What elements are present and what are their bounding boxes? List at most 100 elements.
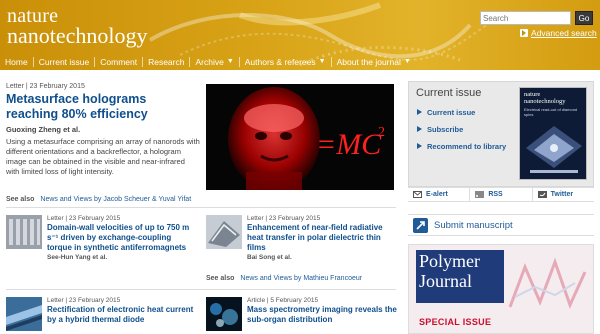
sidebar-link-label: Subscribe bbox=[427, 125, 464, 134]
logo-line-2: nanotechnology bbox=[7, 23, 148, 48]
article-meta: Letter | 23 February 2015 bbox=[247, 215, 321, 222]
submit-manuscript-label: Submit manuscript bbox=[434, 219, 513, 231]
advanced-search-label: Advanced search bbox=[531, 28, 597, 38]
arrow-icon bbox=[416, 220, 425, 230]
rss-link[interactable]: RSS bbox=[470, 188, 533, 201]
site-header: nature nanotechnology Go Advanced search… bbox=[0, 0, 600, 70]
cover-title-line-2: nanotechnology bbox=[524, 98, 566, 105]
article-meta: Article | 5 February 2015 bbox=[247, 297, 319, 304]
lead-article: Letter | 23 February 2015 Metasurface ho… bbox=[6, 83, 200, 177]
twitter-link[interactable]: Twitter bbox=[533, 188, 594, 201]
share-row: E-alert RSS Twitter bbox=[408, 187, 594, 202]
journal-cover[interactable]: nature nanotechnology Electrical read-out… bbox=[519, 87, 587, 180]
svg-text:=MC: =MC bbox=[316, 128, 382, 161]
arrow-icon bbox=[520, 29, 528, 37]
arrow-right-icon bbox=[416, 143, 423, 150]
see-also-link[interactable]: News and Views by Jacob Scheuer & Yuval … bbox=[40, 196, 191, 203]
nav-comment-label: Comment bbox=[100, 56, 138, 67]
ad-title-line-2: Journal bbox=[419, 271, 472, 291]
divider bbox=[6, 289, 396, 290]
nav-about-label: About the journal bbox=[336, 56, 401, 67]
cover-title: nature nanotechnology bbox=[524, 91, 566, 105]
nav-comment[interactable]: Comment bbox=[95, 56, 144, 67]
lead-meta: Letter | 23 February 2015 bbox=[6, 83, 85, 90]
submit-icon bbox=[413, 217, 428, 233]
article-title-link[interactable]: Mass spectrometry imaging reveals the su… bbox=[247, 305, 397, 325]
e-alert-link[interactable]: E-alert bbox=[408, 188, 471, 201]
nav-current-issue-label: Current issue bbox=[38, 56, 90, 67]
thermal-diode-thumb bbox=[6, 297, 42, 331]
rss-icon bbox=[475, 191, 485, 198]
arrow-right-icon bbox=[416, 109, 423, 116]
article-authors: Bai Song et al. bbox=[247, 254, 292, 261]
caret-down-icon: ▼ bbox=[403, 58, 411, 65]
twitter-label: Twitter bbox=[550, 191, 574, 198]
article-title-link[interactable]: Enhancement of near-field radiative heat… bbox=[247, 223, 397, 253]
arrow-right-icon bbox=[416, 126, 423, 133]
search-input[interactable] bbox=[480, 11, 571, 25]
article-card: Letter | 23 February 2015 Rectification … bbox=[6, 297, 196, 334]
main-nav: Home Current issue Comment Research Arch… bbox=[0, 53, 411, 70]
ad-special-issue: SPECIAL ISSUE bbox=[419, 317, 492, 327]
lead-authors: Guoxing Zheng et al. bbox=[6, 125, 81, 134]
nav-current-issue[interactable]: Current issue bbox=[34, 56, 96, 67]
nav-research-label: Research bbox=[148, 56, 185, 67]
article-thumbnail[interactable] bbox=[206, 297, 242, 331]
current-issue-heading: Current issue bbox=[416, 87, 482, 99]
article-card: Letter | 23 February 2015 Enhancement of… bbox=[206, 215, 396, 275]
nav-home[interactable]: Home bbox=[0, 56, 34, 67]
article-thumbnail[interactable] bbox=[6, 215, 42, 249]
einstein-illustration: =MC 2 bbox=[206, 84, 394, 190]
sidebar-link-current-issue[interactable]: Current issue bbox=[416, 108, 475, 117]
ad-logo-text: Polymer Journal bbox=[419, 251, 480, 291]
nav-archive[interactable]: Archive ▼ bbox=[190, 56, 240, 67]
article-card: Letter | 23 February 2015 Domain-wall ve… bbox=[6, 215, 196, 285]
mail-icon bbox=[413, 191, 422, 198]
journal-logo[interactable]: nature nanotechnology bbox=[7, 6, 148, 47]
e-alert-label: E-alert bbox=[426, 191, 448, 198]
svg-text:2: 2 bbox=[378, 125, 385, 140]
see-also-link[interactable]: News and Views by Mathieu Francoeur bbox=[240, 275, 362, 282]
article-thumbnail[interactable] bbox=[6, 297, 42, 331]
article-thumbnail[interactable] bbox=[206, 215, 242, 249]
article-authors: See-Hun Yang et al. bbox=[47, 254, 108, 261]
submit-manuscript-button[interactable]: Submit manuscript bbox=[408, 214, 594, 236]
domain-wall-thumb bbox=[6, 215, 42, 249]
cover-title-line-1: nature bbox=[524, 91, 541, 98]
lead-abstract: Using a metasurface comprising an array … bbox=[6, 137, 200, 176]
polymer-journal-ad[interactable]: Polymer Journal SPECIAL ISSUE bbox=[408, 244, 594, 334]
nav-about-journal[interactable]: About the journal ▼ bbox=[332, 57, 416, 67]
nav-authors-referees[interactable]: Authors & referees ▼ bbox=[240, 56, 332, 67]
article-card: Article | 5 February 2015 Mass spectrome… bbox=[206, 297, 397, 334]
article-meta: Letter | 23 February 2015 bbox=[47, 297, 121, 304]
article-title-link[interactable]: Domain-wall velocities of up to 750 m s⁻… bbox=[47, 223, 197, 253]
ad-title-line-1: Polymer bbox=[419, 251, 480, 271]
nav-archive-label: Archive bbox=[195, 56, 224, 67]
sidebar-link-label: Recommend to library bbox=[427, 142, 507, 151]
lead-image[interactable]: =MC 2 bbox=[206, 84, 394, 190]
sidebar-link-label: Current issue bbox=[427, 108, 476, 117]
twitter-icon bbox=[537, 191, 547, 198]
thermal-film-thumb bbox=[206, 215, 242, 249]
sidebar-link-recommend[interactable]: Recommend to library bbox=[416, 142, 506, 151]
article-title-link[interactable]: Rectification of electronic heat current… bbox=[47, 305, 197, 325]
cover-subtitle: Electrical read-out of diamond spins bbox=[524, 107, 578, 117]
lead-title-link[interactable]: Metasurface holograms reaching 80% effic… bbox=[6, 92, 200, 122]
search-go-button[interactable]: Go bbox=[575, 11, 593, 25]
sidebar-link-subscribe[interactable]: Subscribe bbox=[416, 125, 463, 134]
advanced-search-link[interactable]: Advanced search bbox=[520, 28, 597, 38]
caret-down-icon: ▼ bbox=[226, 58, 234, 65]
lead-see-also: See also News and Views by Jacob Scheuer … bbox=[6, 196, 191, 203]
article-see-also: See also News and Views by Mathieu Franco… bbox=[206, 275, 362, 282]
nav-authors-label: Authors & referees bbox=[244, 56, 316, 67]
nav-research[interactable]: Research bbox=[143, 56, 191, 67]
caret-down-icon: ▼ bbox=[318, 58, 326, 65]
mass-spec-thumb bbox=[206, 297, 242, 331]
rss-label: RSS bbox=[488, 191, 503, 198]
see-also-label: See also bbox=[206, 275, 235, 282]
article-meta: Letter | 23 February 2015 bbox=[47, 215, 121, 222]
ad-art bbox=[508, 257, 587, 310]
see-also-label: See also bbox=[6, 196, 35, 203]
nav-home-label: Home bbox=[5, 56, 28, 67]
divider bbox=[6, 207, 396, 208]
